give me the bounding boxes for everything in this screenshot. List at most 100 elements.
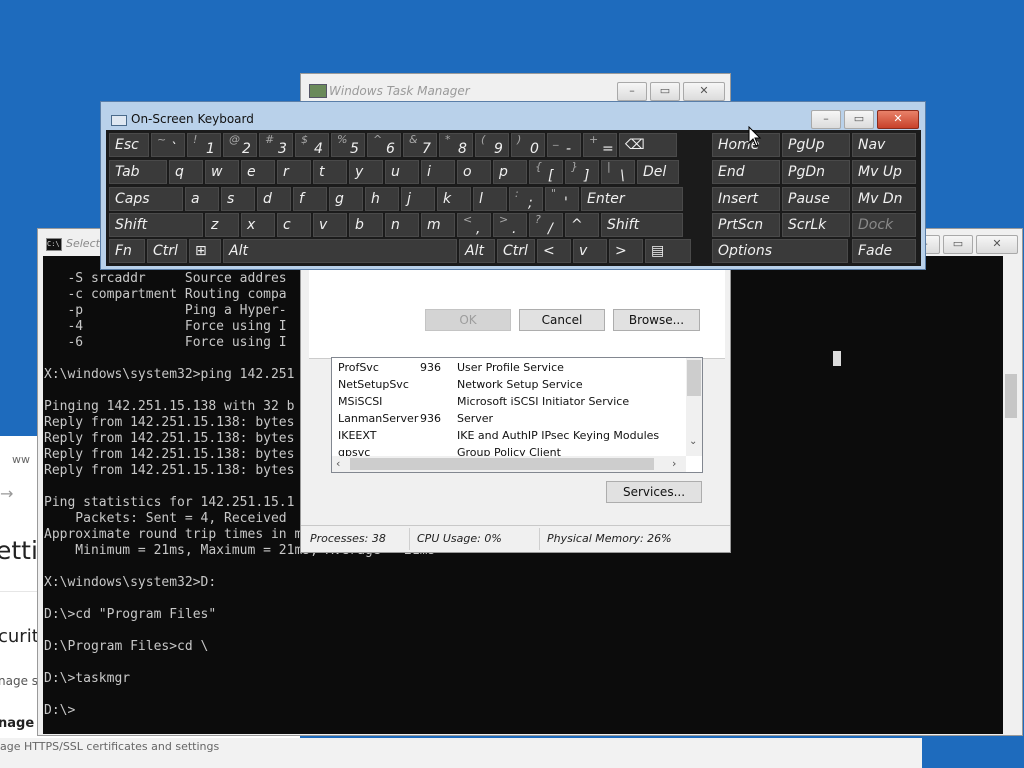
- key[interactable]: Enter: [581, 187, 683, 211]
- key[interactable]: #3: [259, 133, 293, 157]
- key[interactable]: % 5: [331, 133, 365, 157]
- scroll-down-icon[interactable]: ⌄: [689, 436, 697, 447]
- key[interactable]: | \: [601, 160, 635, 184]
- key[interactable]: @2: [223, 133, 257, 157]
- nav-key[interactable]: Dock: [852, 213, 916, 237]
- key[interactable]: r: [277, 160, 311, 184]
- key[interactable]: d: [257, 187, 291, 211]
- cancel-button[interactable]: Cancel: [519, 309, 605, 331]
- nav-key[interactable]: ScrLk: [782, 213, 850, 237]
- maximize-icon[interactable]: ▭: [844, 110, 874, 129]
- key[interactable]: Shift: [109, 213, 203, 237]
- key[interactable]: ~ `: [151, 133, 185, 157]
- nav-key[interactable]: End: [712, 160, 780, 184]
- key[interactable]: ⊞: [189, 239, 221, 263]
- key[interactable]: & 7: [403, 133, 437, 157]
- key[interactable]: (9: [475, 133, 509, 157]
- nav-key[interactable]: Home: [712, 133, 780, 157]
- key[interactable]: p: [493, 160, 527, 184]
- nav-key[interactable]: PgDn: [782, 160, 850, 184]
- nav-key[interactable]: Fade: [852, 239, 916, 263]
- key[interactable]: t: [313, 160, 347, 184]
- key[interactable]: Alt: [459, 239, 495, 263]
- browse-button[interactable]: Browse...: [613, 309, 700, 331]
- scroll-right-icon[interactable]: ›: [672, 457, 676, 470]
- close-icon[interactable]: ✕: [683, 82, 725, 101]
- nav-key[interactable]: Options: [712, 239, 848, 263]
- close-icon[interactable]: ✕: [877, 110, 919, 129]
- key[interactable]: ! 1: [187, 133, 221, 157]
- key[interactable]: >: [609, 239, 643, 263]
- nav-key[interactable]: Mv Up: [852, 160, 916, 184]
- key[interactable]: <,: [457, 213, 491, 237]
- key[interactable]: s: [221, 187, 255, 211]
- key[interactable]: u: [385, 160, 419, 184]
- services-button[interactable]: Services...: [606, 481, 702, 503]
- key[interactable]: * 8: [439, 133, 473, 157]
- key[interactable]: a: [185, 187, 219, 211]
- key[interactable]: n: [385, 213, 419, 237]
- key[interactable]: <: [537, 239, 571, 263]
- services-list[interactable]: ProfSvc 936 User Profile Service NetSetupSv…: [331, 357, 703, 473]
- nav-key[interactable]: PgUp: [782, 133, 850, 157]
- key[interactable]: " ': [545, 187, 579, 211]
- key[interactable]: ? /: [529, 213, 563, 237]
- ok-button[interactable]: OK: [425, 309, 511, 331]
- key[interactable]: ^ 6: [367, 133, 401, 157]
- key[interactable]: Alt: [223, 239, 457, 263]
- key[interactable]: m: [421, 213, 455, 237]
- key[interactable]: Fn: [109, 239, 145, 263]
- key[interactable]: f: [293, 187, 327, 211]
- key[interactable]: y: [349, 160, 383, 184]
- key[interactable]: Shift: [601, 213, 683, 237]
- nav-key[interactable]: Nav: [852, 133, 916, 157]
- on-screen-keyboard-window[interactable]: On-Screen Keyboard – ▭ ✕ Esc ~ `! 1 @2 #3 $4% 5 ^ 6…: [100, 101, 926, 270]
- key[interactable]: v: [313, 213, 347, 237]
- key[interactable]: v: [573, 239, 607, 263]
- key[interactable]: k: [437, 187, 471, 211]
- key[interactable]: h: [365, 187, 399, 211]
- key[interactable]: Esc: [109, 133, 149, 157]
- key[interactable]: e: [241, 160, 275, 184]
- browser-url-fragment[interactable]: ww: [12, 453, 30, 466]
- nav-key[interactable]: Insert: [712, 187, 780, 211]
- console-scrollbar[interactable]: [1003, 256, 1019, 734]
- key[interactable]: Ctrl: [497, 239, 535, 263]
- minimize-icon[interactable]: –: [811, 110, 841, 129]
- key[interactable]: x: [241, 213, 275, 237]
- key[interactable]: l: [473, 187, 507, 211]
- key[interactable]: _ -: [547, 133, 581, 157]
- key[interactable]: ) 0: [511, 133, 545, 157]
- nav-key[interactable]: PrtScn: [712, 213, 780, 237]
- key[interactable]: i: [421, 160, 455, 184]
- key[interactable]: >.: [493, 213, 527, 237]
- maximize-icon[interactable]: ▭: [943, 235, 973, 254]
- nav-key[interactable]: Pause: [782, 187, 850, 211]
- console-scroll-thumb[interactable]: [1005, 374, 1017, 418]
- key[interactable]: Del: [637, 160, 679, 184]
- key[interactable]: ▤: [645, 239, 691, 263]
- key[interactable]: q: [169, 160, 203, 184]
- key[interactable]: Tab: [109, 160, 167, 184]
- key[interactable]: z: [205, 213, 239, 237]
- key[interactable]: c: [277, 213, 311, 237]
- key[interactable]: Ctrl: [147, 239, 187, 263]
- key[interactable]: w: [205, 160, 239, 184]
- services-hscroll-thumb[interactable]: [350, 458, 654, 470]
- key[interactable]: :;: [509, 187, 543, 211]
- scroll-left-icon[interactable]: ‹: [336, 457, 340, 470]
- key[interactable]: o: [457, 160, 491, 184]
- minimize-icon[interactable]: –: [617, 82, 647, 101]
- key[interactable]: Caps: [109, 187, 183, 211]
- key[interactable]: $4: [295, 133, 329, 157]
- key[interactable]: ⌫: [619, 133, 677, 157]
- close-icon[interactable]: ✕: [976, 235, 1018, 254]
- key[interactable]: {[: [529, 160, 563, 184]
- key[interactable]: g: [329, 187, 363, 211]
- services-vscroll-thumb[interactable]: [687, 360, 701, 396]
- nav-key[interactable]: Mv Dn: [852, 187, 916, 211]
- key[interactable]: }]: [565, 160, 599, 184]
- services-vscrollbar[interactable]: ⌄: [686, 358, 702, 456]
- key[interactable]: j: [401, 187, 435, 211]
- back-arrow-icon[interactable]: →: [0, 484, 13, 503]
